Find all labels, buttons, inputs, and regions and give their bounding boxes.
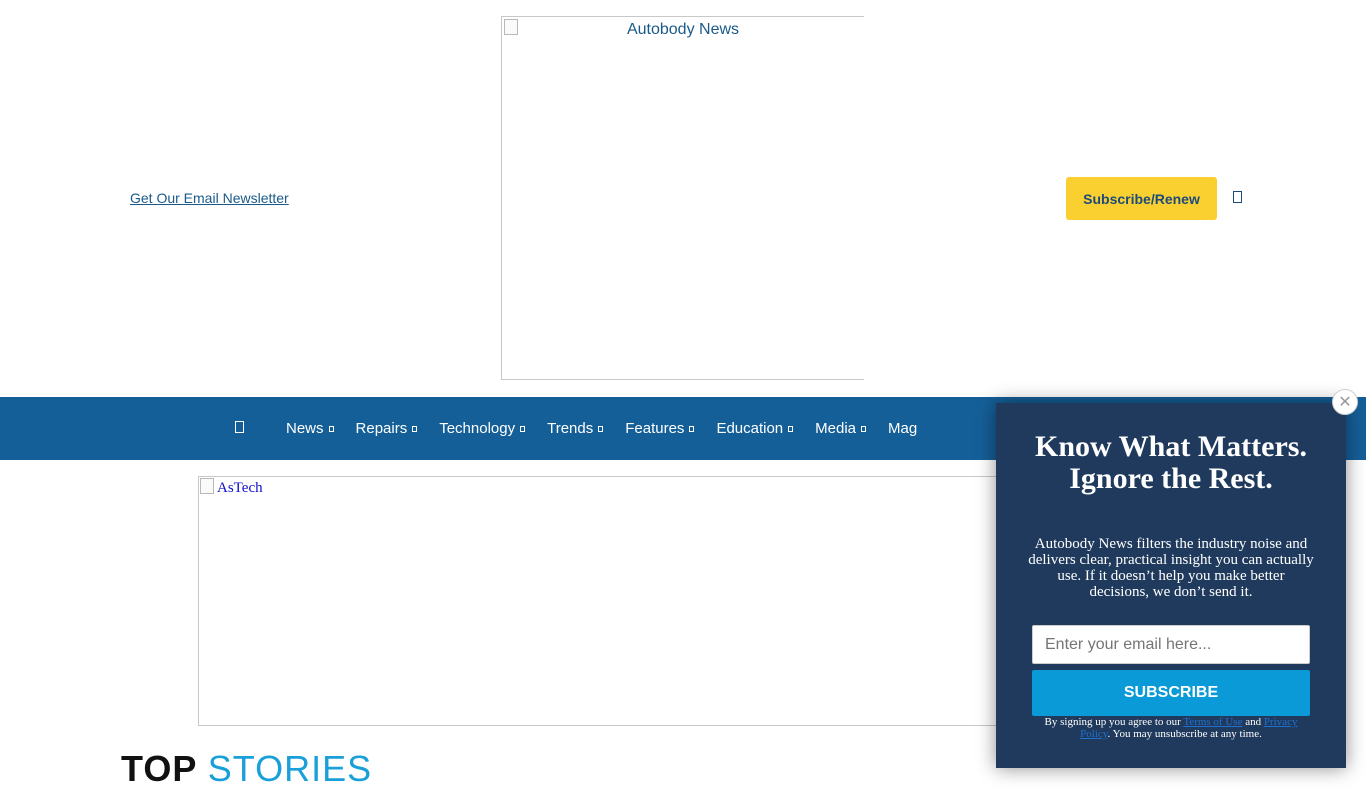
broken-image-icon <box>200 478 214 494</box>
newsletter-popup: Know What Matters. Ignore the Rest. Auto… <box>996 403 1346 768</box>
section-title: TOP STORIES <box>121 748 372 790</box>
site-header: Get Our Email Newsletter Autobody News S… <box>0 0 1366 397</box>
search-icon[interactable] <box>1233 191 1242 203</box>
nav-item-education[interactable]: Education <box>716 420 794 437</box>
newsletter-link[interactable]: Get Our Email Newsletter <box>130 190 289 206</box>
popup-title: Know What Matters. Ignore the Rest. <box>1035 430 1307 495</box>
ad-alt-text: AsTech <box>217 480 263 496</box>
advertisement-banner[interactable]: AsTech <box>198 476 998 726</box>
site-logo[interactable]: Autobody News <box>501 16 864 380</box>
dropdown-caret-icon <box>788 425 794 432</box>
dropdown-caret-icon <box>689 425 695 432</box>
subscribe-renew-button[interactable]: Subscribe/Renew <box>1066 177 1217 220</box>
section-title-part-2: STORIES <box>207 748 373 789</box>
popup-description: Autobody News filters the industry noise… <box>1028 536 1314 600</box>
terms-link[interactable]: Terms of Use <box>1183 716 1242 728</box>
dropdown-caret-icon <box>861 425 867 432</box>
dropdown-caret-icon <box>328 425 334 432</box>
logo-alt-text: Autobody News <box>626 21 740 38</box>
section-title-part-1: TOP <box>121 748 208 789</box>
nav-item-features[interactable]: Features <box>625 420 695 437</box>
legal-text: By signing up you agree to our Terms of … <box>1044 716 1298 740</box>
nav-item-media[interactable]: Media <box>815 420 867 437</box>
nav-item-repairs[interactable]: Repairs <box>356 420 418 437</box>
home-icon[interactable] <box>235 421 244 433</box>
email-input[interactable] <box>1032 625 1310 664</box>
nav-item-magazine[interactable]: Mag <box>888 420 917 437</box>
close-icon[interactable]: ✕ <box>1332 389 1358 415</box>
subscribe-button[interactable]: SUBSCRIBE <box>1032 670 1310 716</box>
dropdown-caret-icon <box>412 425 418 432</box>
nav-item-news[interactable]: News <box>286 420 334 437</box>
dropdown-caret-icon <box>598 425 604 432</box>
dropdown-caret-icon <box>520 425 526 432</box>
nav-item-trends[interactable]: Trends <box>547 420 604 437</box>
nav-item-technology[interactable]: Technology <box>439 420 526 437</box>
nav-menu: News Repairs Technology Trends Features … <box>286 397 939 460</box>
